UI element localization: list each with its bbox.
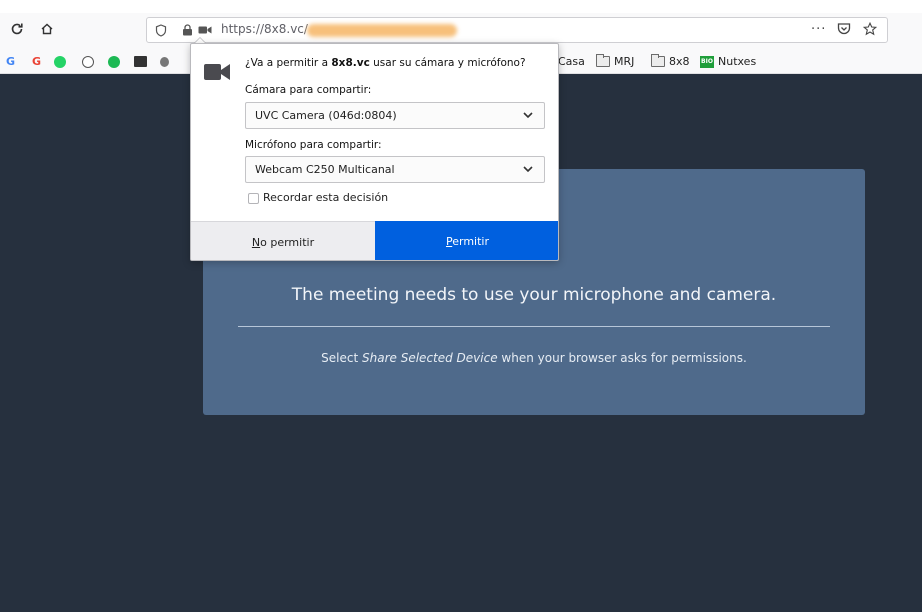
bookmark-label: MRJ [614, 55, 635, 68]
microphone-select[interactable]: Webcam C250 Multicanal [245, 156, 545, 183]
camera-permission-icon[interactable] [197, 22, 213, 38]
permission-question: ¿Va a permitir a 8x8.vc usar su cámara y… [245, 57, 526, 69]
allow-label: Permitir [445, 235, 489, 248]
bookmark-label: 8x8 [669, 55, 690, 68]
bookmark-star-icon[interactable] [862, 21, 878, 40]
permission-heading: The meeting needs to use your microphone… [291, 285, 777, 305]
page-actions-icon[interactable]: ··· [811, 22, 826, 37]
url-bar[interactable]: https://8x8.vc/ ··· [146, 17, 888, 43]
shield-icon[interactable] [153, 22, 169, 38]
microphone-label: Micrófono para compartir: [245, 139, 382, 151]
bookmark-casa[interactable]: Casa [558, 53, 585, 70]
remember-checkbox[interactable] [248, 193, 259, 204]
camera-select-value: UVC Camera (046d:0804) [255, 109, 397, 122]
bookmark-web[interactable] [82, 53, 94, 70]
camera-select[interactable]: UVC Camera (046d:0804) [245, 102, 545, 129]
bookmark-google-1[interactable]: G [6, 53, 15, 70]
question-site: 8x8.vc [331, 57, 370, 69]
microphone-select-value: Webcam C250 Multicanal [255, 163, 395, 176]
spotify-icon [108, 55, 120, 68]
nutxes-icon: BIO [700, 55, 714, 68]
bookmark-label: Nutxes [718, 55, 757, 68]
permission-hint: Select Share Selected Device when your b… [203, 351, 865, 365]
bookmark-mrj[interactable]: MRJ [596, 53, 634, 70]
bookmark-apple[interactable] [160, 53, 169, 70]
deny-button[interactable]: No permitir [191, 221, 375, 260]
remember-label[interactable]: Recordar esta decisión [263, 191, 388, 204]
whatsapp-icon [54, 55, 66, 68]
question-prefix: ¿Va a permitir a [245, 57, 332, 69]
deny-label: No permitir [251, 235, 315, 249]
browser-window: https://8x8.vc/ ··· G G Casa MRJ 8x8 BIO… [0, 0, 922, 612]
apple-icon [160, 56, 169, 67]
bookmark-whatsapp[interactable] [54, 53, 66, 70]
question-suffix: usar su cámara y micrófono? [369, 57, 526, 69]
bookmark-photos[interactable] [134, 53, 147, 70]
hint-emphasis: Share Selected Device [362, 351, 498, 365]
hint-suffix: when your browser asks for permissions. [497, 351, 747, 365]
pocket-icon[interactable] [837, 22, 851, 39]
folder-icon [596, 54, 610, 67]
hint-prefix: Select [321, 351, 363, 365]
reload-icon[interactable] [4, 16, 30, 42]
folder-icon [651, 54, 665, 67]
home-icon[interactable] [34, 16, 60, 42]
camera-label: Cámara para compartir: [245, 84, 372, 96]
bookmark-8x8[interactable]: 8x8 [651, 53, 690, 70]
bookmark-google-2[interactable]: G [32, 53, 41, 70]
chevron-down-icon [523, 166, 533, 173]
lock-icon[interactable] [179, 22, 195, 38]
permission-popup: ¿Va a permitir a 8x8.vc usar su cámara y… [190, 43, 559, 261]
camera-icon [204, 64, 230, 80]
bookmark-spotify[interactable] [108, 53, 120, 70]
url-text[interactable]: https://8x8.vc/ [221, 22, 308, 36]
google-icon: G [6, 55, 16, 68]
google-icon: G [32, 55, 42, 68]
allow-button[interactable]: Permitir [375, 221, 558, 260]
divider [238, 326, 830, 327]
bookmark-nutxes[interactable]: BIO Nutxes [700, 53, 756, 70]
chevron-down-icon [523, 112, 533, 119]
bookmark-label: Casa [558, 55, 585, 68]
image-icon [134, 56, 147, 67]
globe-icon [82, 55, 94, 68]
redacted-url-segment [307, 24, 457, 37]
